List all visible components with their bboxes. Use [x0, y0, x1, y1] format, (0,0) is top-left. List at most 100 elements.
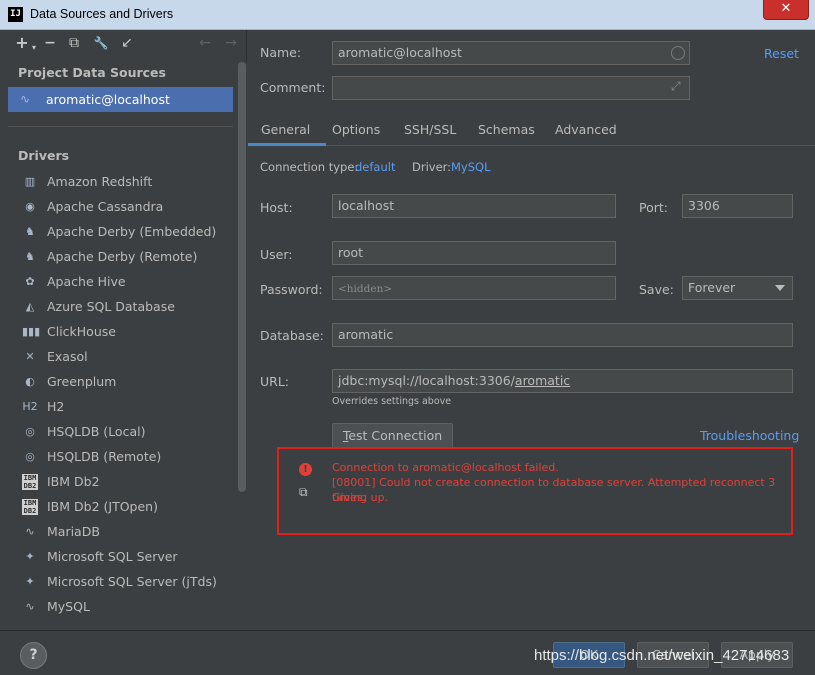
name-input[interactable]: aromatic@localhost [332, 41, 690, 65]
forward-arrow-icon[interactable]: → [223, 35, 239, 51]
connection-type-label: Connection type: [260, 160, 359, 174]
divider [8, 126, 233, 127]
cassandra-icon: ◉ [25, 200, 35, 213]
hive-icon: ✿ [25, 275, 35, 288]
driver-item[interactable]: ✕ Exasol [0, 345, 237, 370]
user-input[interactable]: root [332, 241, 616, 265]
error-message-line2: [08001] Could not create connection to d… [332, 476, 776, 504]
error-message-line3: Giving up. [332, 491, 389, 504]
driver-item[interactable]: ▥ Amazon Redshift [0, 170, 237, 195]
import-icon[interactable]: ↙ [119, 35, 135, 51]
data-source-label: aromatic@localhost [46, 92, 170, 107]
mysql-icon: ∿ [25, 600, 35, 613]
driver-item[interactable]: ✿ Apache Hive [0, 270, 237, 295]
comment-input[interactable] [332, 76, 690, 100]
back-arrow-icon[interactable]: ← [197, 35, 213, 51]
remove-icon[interactable]: − [42, 35, 58, 51]
driver-item[interactable]: IBM DB2 IBM Db2 [0, 470, 237, 495]
driver-label: IBM Db2 (JTOpen) [47, 499, 158, 514]
url-hint: Overrides settings above [332, 396, 452, 407]
data-source-item-aromatic[interactable]: ∿ aromatic@localhost [8, 87, 233, 112]
driver-item[interactable]: ◐ Greenplum [0, 370, 237, 395]
driver-item[interactable]: H2 H2 [0, 395, 237, 420]
name-label: Name: [260, 45, 302, 60]
driver-item[interactable]: ◎ HSQLDB (Local) [0, 420, 237, 445]
port-value: 3306 [688, 198, 720, 213]
drivers-list: ▥ Amazon Redshift ◉ Apache Cassandra ♞ Apache… [0, 170, 237, 630]
database-input[interactable]: aromatic [332, 323, 793, 347]
tab-schemas[interactable]: Schemas [478, 122, 535, 137]
driver-label: Microsoft SQL Server (jTds) [47, 574, 217, 589]
driver-label: Microsoft SQL Server [47, 549, 178, 564]
driver-label: H2 [47, 399, 65, 414]
test-connection-button[interactable]: Test Connection [332, 423, 453, 449]
redshift-icon: ▥ [24, 175, 36, 188]
ibm-db2-icon: IBM DB2 [22, 474, 38, 490]
driver-label: Exasol [47, 349, 88, 364]
help-button[interactable]: ? [20, 642, 47, 669]
tab-ssh-ssl[interactable]: SSH/SSL [404, 122, 456, 137]
azure-icon: ◭ [25, 300, 35, 313]
password-label: Password: [260, 282, 323, 297]
tab-general[interactable]: General [261, 122, 310, 137]
driver-link[interactable]: MySQL [451, 160, 491, 174]
port-input[interactable]: 3306 [682, 194, 793, 218]
error-panel: ! ⧉ Connection to aromatic@localhost fai… [277, 447, 793, 535]
driver-item[interactable]: ∿ MySQL [0, 595, 237, 620]
driver-label: Driver: [412, 160, 452, 174]
password-input[interactable]: <hidden> [332, 276, 616, 300]
window-title: Data Sources and Drivers [30, 7, 174, 21]
tab-options[interactable]: Options [332, 122, 380, 137]
wrench-icon[interactable]: 🔧 [93, 35, 109, 51]
add-dropdown-icon[interactable]: ▾ [26, 40, 42, 56]
driver-label: Apache Hive [47, 274, 126, 289]
copy-icon[interactable]: ⧉ [299, 486, 312, 499]
tab-advanced[interactable]: Advanced [555, 122, 617, 137]
driver-item[interactable]: ∿ MariaDB [0, 520, 237, 545]
troubleshooting-link[interactable]: Troubleshooting [700, 428, 799, 443]
host-input[interactable]: localhost [332, 194, 616, 218]
driver-item[interactable]: ◉ Apache Cassandra [0, 195, 237, 220]
driver-item[interactable]: ✦ Microsoft SQL Server (jTds) [0, 570, 237, 595]
host-label: Host: [260, 200, 293, 215]
exasol-icon: ✕ [25, 350, 35, 363]
driver-item[interactable]: ♞ Apache Derby (Embedded) [0, 220, 237, 245]
save-value: Forever [688, 280, 736, 295]
status-circle-icon [671, 46, 685, 60]
driver-item[interactable]: ♞ Apache Derby (Remote) [0, 245, 237, 270]
driver-item[interactable]: ◭ Azure SQL Database [0, 295, 237, 320]
driver-label: MySQL [47, 599, 90, 614]
driver-item[interactable]: ✦ Microsoft SQL Server [0, 545, 237, 570]
error-message-line1: Connection to aromatic@localhost failed. [332, 461, 559, 474]
driver-item[interactable]: ▮▮▮ ClickHouse [0, 320, 237, 345]
driver-item[interactable]: IBM DB2 IBM Db2 (JTOpen) [0, 495, 237, 520]
driver-label: Apache Derby (Embedded) [47, 224, 217, 239]
driver-label: Greenplum [47, 374, 117, 389]
connection-type-dropdown[interactable]: default [355, 160, 395, 174]
h2-icon: H2 [22, 400, 38, 413]
mssql-icon: ✦ [25, 575, 35, 588]
expand-icon[interactable]: ⤢ [671, 79, 681, 94]
driver-label: ClickHouse [47, 324, 116, 339]
close-button[interactable]: ✕ [763, 0, 809, 20]
reset-link[interactable]: Reset [764, 46, 799, 61]
url-label: URL: [260, 374, 290, 389]
test-button-label: est Connection [348, 428, 443, 443]
driver-label: HSQLDB (Remote) [47, 449, 162, 464]
database-value: aromatic [338, 327, 394, 342]
dialog-footer: ? OK Cancel Apply https://blog.csdn.net/… [0, 630, 815, 675]
scrollbar-thumb[interactable] [238, 62, 246, 492]
duplicate-icon[interactable]: ⧉ [66, 35, 82, 51]
user-value: root [338, 245, 364, 260]
port-label: Port: [639, 200, 668, 215]
hsqldb-icon: ◎ [25, 450, 35, 463]
drivers-heading: Drivers [18, 148, 70, 163]
url-database: aromatic [514, 373, 571, 388]
url-input[interactable]: jdbc:mysql://localhost:3306/aromatic [332, 369, 793, 393]
save-select[interactable]: Forever [682, 276, 793, 300]
comment-label: Comment: [260, 80, 326, 95]
driver-label: Azure SQL Database [47, 299, 175, 314]
driver-item[interactable]: ◎ HSQLDB (Remote) [0, 445, 237, 470]
url-prefix: jdbc:mysql://localhost:3306/ [338, 373, 515, 388]
driver-label: Amazon Redshift [47, 174, 153, 189]
